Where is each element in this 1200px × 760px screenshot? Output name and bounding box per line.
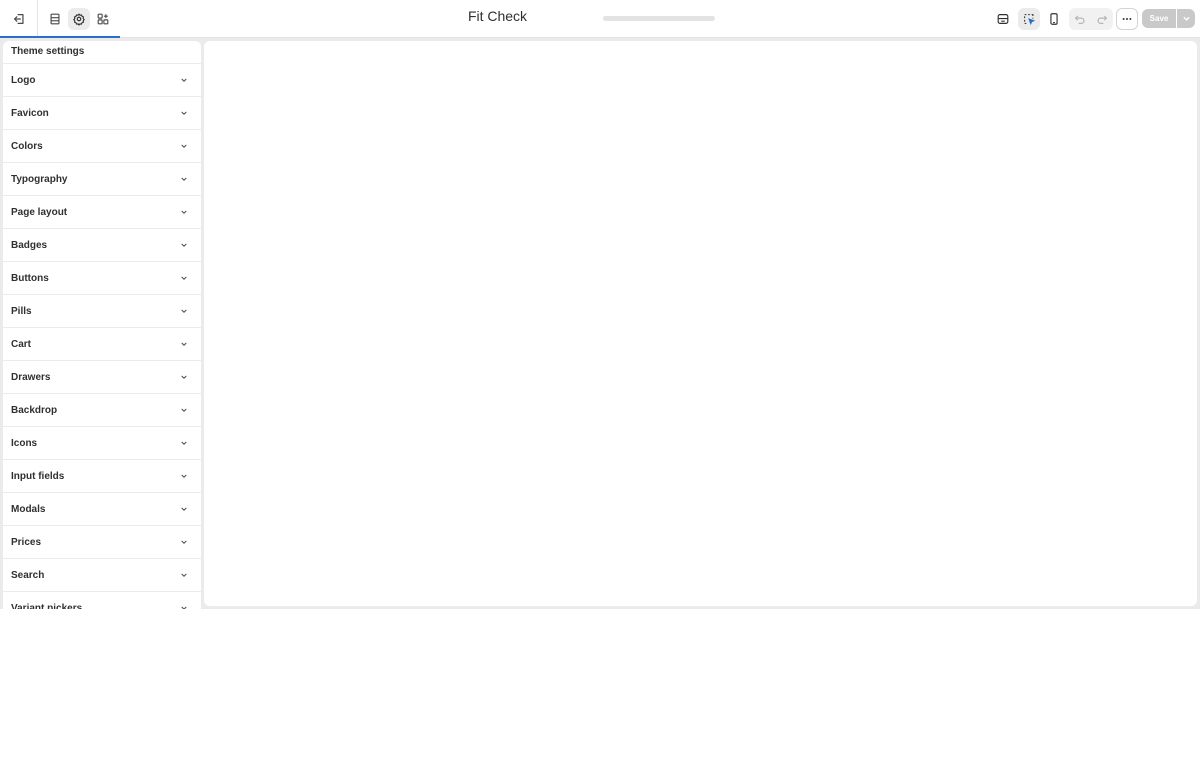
section-label: Variant pickers	[11, 602, 83, 610]
redo-button[interactable]	[1091, 8, 1113, 30]
save-options-button[interactable]	[1177, 9, 1195, 28]
settings-section-logo[interactable]: Logo	[3, 64, 201, 97]
section-label: Favicon	[11, 107, 49, 119]
settings-section-pills[interactable]: Pills	[3, 295, 201, 328]
chevron-down-icon	[180, 109, 188, 117]
section-label: Search	[11, 569, 45, 581]
panel-title: Theme settings	[3, 41, 201, 64]
chevron-down-icon	[180, 175, 188, 183]
chevron-down-icon	[1183, 16, 1189, 21]
section-label: Drawers	[11, 371, 51, 383]
chevron-down-icon	[180, 340, 188, 348]
settings-section-search[interactable]: Search	[3, 559, 201, 592]
loading-progress-bar	[603, 16, 715, 21]
settings-section-drawers[interactable]: Drawers	[3, 361, 201, 394]
chevron-down-icon	[180, 604, 188, 609]
chevron-down-icon	[180, 142, 188, 150]
chevron-down-icon	[180, 208, 188, 216]
inspector-icon	[1024, 14, 1036, 26]
theme-settings-panel: Theme settings Logo Favicon Colors Typograp…	[3, 41, 201, 609]
chevron-down-icon	[180, 538, 188, 546]
theme-editor: Fit Check Save Theme settings Logo Favic…	[0, 0, 1200, 609]
store-preview-canvas[interactable]	[204, 41, 1197, 606]
active-tab-indicator	[0, 36, 120, 38]
exit-button[interactable]	[8, 8, 30, 30]
section-label: Pills	[11, 305, 32, 317]
section-label: Cart	[11, 338, 32, 350]
sections-icon	[50, 13, 60, 25]
chevron-down-icon	[180, 274, 188, 282]
chevron-down-icon	[180, 406, 188, 414]
section-label: Prices	[11, 536, 42, 548]
desktop-preview-button[interactable]	[992, 8, 1014, 30]
settings-section-icons[interactable]: Icons	[3, 427, 201, 460]
section-label: Buttons	[11, 272, 49, 284]
chevron-down-icon	[180, 439, 188, 447]
theme-settings-icon	[73, 13, 85, 26]
settings-section-page-layout[interactable]: Page layout	[3, 196, 201, 229]
section-label: Badges	[11, 239, 48, 251]
chevron-down-icon	[180, 505, 188, 513]
history-controls	[1069, 8, 1113, 30]
save-button[interactable]: Save	[1142, 9, 1176, 28]
redo-icon	[1097, 15, 1107, 24]
section-label: Page layout	[11, 206, 68, 218]
exit-icon	[14, 14, 24, 24]
app-embeds-icon	[97, 13, 109, 25]
mobile-icon	[1050, 13, 1058, 25]
section-label: Backdrop	[11, 404, 58, 416]
settings-section-typography[interactable]: Typography	[3, 163, 201, 196]
desktop-icon	[997, 14, 1009, 24]
section-label: Logo	[11, 74, 36, 86]
section-label: Colors	[11, 140, 43, 152]
mobile-preview-button[interactable]	[1043, 8, 1065, 30]
settings-section-backdrop[interactable]: Backdrop	[3, 394, 201, 427]
settings-section-variant-pickers[interactable]: Variant pickers	[3, 592, 201, 609]
more-icon	[1122, 18, 1132, 20]
section-label: Input fields	[11, 470, 65, 482]
undo-icon	[1075, 15, 1085, 24]
page-title: Fit Check	[467, 8, 528, 24]
undo-button[interactable]	[1069, 8, 1091, 30]
sections-tab[interactable]	[44, 8, 66, 30]
app-embeds-tab[interactable]	[92, 8, 114, 30]
settings-section-prices[interactable]: Prices	[3, 526, 201, 559]
settings-section-badges[interactable]: Badges	[3, 229, 201, 262]
chevron-down-icon	[180, 373, 188, 381]
chevron-down-icon	[180, 571, 188, 579]
chevron-down-icon	[180, 76, 188, 84]
divider	[37, 0, 38, 37]
more-actions-button[interactable]	[1116, 8, 1138, 30]
section-label: Icons	[11, 437, 38, 449]
theme-settings-tab[interactable]	[68, 8, 90, 30]
settings-section-favicon[interactable]: Favicon	[3, 97, 201, 130]
chevron-down-icon	[180, 307, 188, 315]
settings-section-cart[interactable]: Cart	[3, 328, 201, 361]
section-label: Typography	[11, 173, 68, 185]
settings-section-input-fields[interactable]: Input fields	[3, 460, 201, 493]
section-label: Modals	[11, 503, 46, 515]
settings-section-list: Logo Favicon Colors Typography Page layout Ba…	[3, 64, 201, 609]
chevron-down-icon	[180, 472, 188, 480]
settings-section-colors[interactable]: Colors	[3, 130, 201, 163]
settings-section-modals[interactable]: Modals	[3, 493, 201, 526]
top-bar: Fit Check Save	[0, 0, 1200, 38]
inspector-toggle-button[interactable]	[1018, 8, 1040, 30]
chevron-down-icon	[180, 241, 188, 249]
settings-section-buttons[interactable]: Buttons	[3, 262, 201, 295]
